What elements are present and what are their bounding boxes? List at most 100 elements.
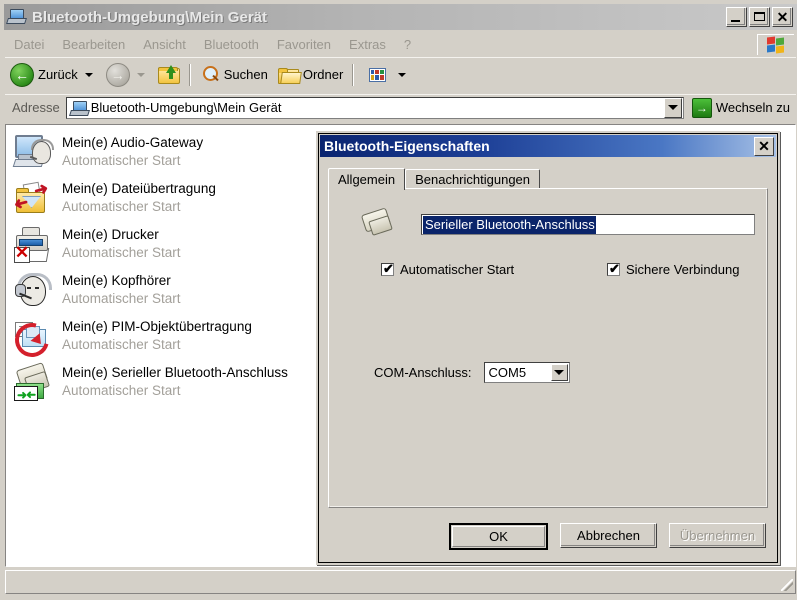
dialog-buttons: OK Abbrechen Übernehmen [318,523,778,550]
address-input[interactable]: Bluetooth-Umgebung\Mein Gerät [65,96,684,119]
com-port-value: COM5 [488,365,527,380]
checkbox-sichere-verbindung[interactable]: ✔ Sichere Verbindung [607,262,739,277]
tab-benachrichtigungen[interactable]: Benachrichtigungen [405,169,541,189]
resize-grip[interactable] [781,579,793,591]
check-icon: ✔ [383,261,394,276]
ok-button[interactable]: OK [449,523,548,550]
dialog-tabstrip: Allgemein Benachrichtigungen [328,167,541,190]
address-bar: Adresse Bluetooth-Umgebung\Mein Gerät → … [5,94,796,120]
views-button[interactable] [358,61,414,89]
views-chevron-icon[interactable] [398,72,407,77]
com-port-select[interactable]: COM5 [483,362,570,383]
go-button[interactable]: → Wechseln zu [688,96,796,120]
tab-allgemein[interactable]: Allgemein [328,168,406,190]
list-item-title: Mein(e) Drucker [62,227,159,242]
com-port-dropdown-button[interactable] [550,364,568,381]
list-item-status: Automatischer Start [62,383,181,398]
bluetooth-properties-dialog: Bluetooth-Eigenschaften ✕ Allgemein Bena… [316,131,780,565]
window-controls: ✕ [726,7,793,27]
back-button[interactable]: ← Zurück [5,61,101,89]
menu-item-datei[interactable]: Datei [5,35,53,54]
maximize-button[interactable] [749,7,770,27]
close-icon: ✕ [776,9,789,25]
menubar: Datei Bearbeiten Ansicht Bluetooth Favor… [5,33,796,55]
address-dropdown-button[interactable] [663,97,682,118]
printer-icon: ✕ [14,225,54,263]
forward-history-chevron-icon[interactable] [136,72,145,77]
list-item-status: Automatischer Start [62,153,181,168]
forward-button[interactable]: → [101,61,153,89]
list-item-status: Automatischer Start [62,245,181,260]
cancel-button[interactable]: Abbrechen [560,523,657,548]
headset-icon [14,271,54,309]
pim-transfer-icon [8,316,56,364]
up-button[interactable] [153,61,185,89]
window-title: Bluetooth-Umgebung\Mein Gerät [32,8,267,26]
dialog-close-button[interactable]: ✕ [754,136,774,156]
list-item-title: Mein(e) Dateiübertragung [62,181,216,196]
windows-logo-icon [766,35,786,54]
toolbar-separator [188,63,191,86]
checkbox-box: ✔ [607,261,620,276]
apply-button: Übernehmen [669,523,766,548]
views-grid-icon [363,61,392,88]
checkbox-automatischer-start[interactable]: ✔ Automatischer Start [381,262,514,277]
search-button-label: Suchen [223,67,268,82]
menu-item-favoriten[interactable]: Favoriten [268,35,340,54]
checkbox-label: Sichere Verbindung [626,262,740,277]
file-transfer-icon: ➜ ➜ [11,178,51,215]
magnifier-icon [200,65,220,84]
folder-icon [277,66,302,84]
serial-port-icon [357,207,397,245]
menu-item-bluetooth[interactable]: Bluetooth [195,35,268,54]
window-titlebar: Bluetooth-Umgebung\Mein Gerät ✕ [4,4,797,30]
dialog-title: Bluetooth-Eigenschaften [324,138,490,154]
toolbar: ← Zurück → Suchen Ordner [5,57,796,91]
statusbar [5,570,796,594]
audio-gateway-icon [12,133,54,171]
computer-icon [68,100,90,116]
checkbox-box: ✔ [381,261,394,276]
screen: Bluetooth-Umgebung\Mein Gerät ✕ Datei Be… [0,0,797,600]
list-item-status: Automatischer Start [62,337,181,352]
close-icon: ✕ [758,138,770,154]
forward-arrow-icon: → [105,62,130,87]
search-button[interactable]: Suchen [195,61,273,89]
windows-logo-button[interactable] [757,33,794,55]
computer-icon [6,8,27,26]
menu-item-ansicht[interactable]: Ansicht [134,35,195,54]
go-button-label: Wechseln zu [715,100,790,115]
list-item-title: Mein(e) Audio-Gateway [62,135,204,150]
toolbar-separator-2 [352,63,355,86]
chevron-down-icon [554,370,565,375]
green-arrow-icon: → [691,97,712,118]
com-port-label: COM-Anschluss: [374,365,472,380]
back-history-chevron-icon[interactable] [84,72,93,77]
address-value: Bluetooth-Umgebung\Mein Gerät [90,100,282,115]
check-icon: ✔ [609,261,620,276]
service-name-value: Serieller Bluetooth-Anschluss [423,215,596,234]
list-item-title: Mein(e) Serieller Bluetooth-Anschluss [62,365,288,380]
list-item-status: Automatischer Start [62,199,181,214]
menu-item-bearbeiten[interactable]: Bearbeiten [53,35,134,54]
up-folder-icon [157,65,180,84]
folders-button[interactable]: Ordner [273,61,348,89]
chevron-down-icon [667,105,678,110]
ok-button-label: OK [452,526,545,547]
back-button-label: Zurück [38,67,78,82]
com-port-row: COM-Anschluss: COM5 [374,362,570,383]
minimize-button[interactable] [726,7,747,27]
folders-button-label: Ordner [302,67,344,82]
close-button[interactable]: ✕ [772,7,793,27]
serial-port-icon: ➜ ➜ [14,362,54,402]
checkbox-label: Automatischer Start [400,262,515,277]
menu-item-help[interactable]: ? [395,35,420,54]
dialog-tabpanel: Serieller Bluetooth-Anschluss ✔ Automati… [328,188,768,508]
list-item-status: Automatischer Start [62,291,181,306]
address-label: Adresse [12,100,60,115]
service-name-input[interactable]: Serieller Bluetooth-Anschluss [421,214,755,235]
menu-item-extras[interactable]: Extras [340,35,395,54]
dialog-titlebar: Bluetooth-Eigenschaften ✕ [320,135,776,157]
back-arrow-icon: ← [10,62,34,87]
list-item-title: Mein(e) PIM-Objektübertragung [62,319,252,334]
